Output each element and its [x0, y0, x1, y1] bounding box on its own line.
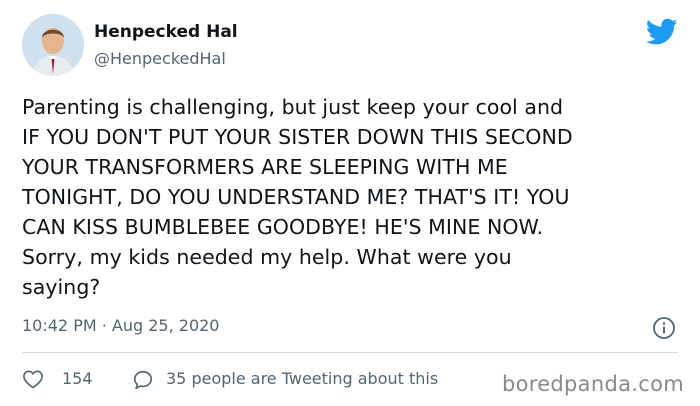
tweet-timestamp[interactable]: 10:42 PM · Aug 25, 2020 [22, 316, 219, 335]
tweet-card: Henpecked Hal @HenpeckedHal Parenting is… [0, 0, 700, 406]
tweeting-about-link[interactable]: 35 people are Tweeting about this [166, 369, 438, 388]
tweet-text-line: Sorry, my kids needed my help. What were… [22, 245, 512, 269]
tweet-text: Parenting is challenging, but just keep … [22, 92, 682, 302]
twitter-bird-icon[interactable] [645, 18, 678, 46]
tweet-text-line: TONIGHT, DO YOU UNDERSTAND ME? THAT'S IT… [22, 185, 570, 209]
heart-icon[interactable] [22, 369, 44, 389]
tweet-text-line: Parenting is challenging, but just keep … [22, 95, 564, 119]
avatar[interactable] [22, 14, 84, 76]
author-name[interactable]: Henpecked Hal [94, 22, 238, 42]
like-count[interactable]: 154 [62, 369, 93, 388]
author-handle[interactable]: @HenpeckedHal [94, 49, 226, 68]
divider [22, 352, 678, 353]
tweet-text-line: CAN KISS BUMBLEBEE GOODBYE! HE'S MINE NO… [22, 215, 544, 239]
avatar-image [22, 14, 84, 76]
tweet-text-line: YOUR TRANSFORMERS ARE SLEEPING WITH ME [22, 155, 508, 179]
tweet-text-line: IF YOU DON'T PUT YOUR SISTER DOWN THIS S… [22, 125, 573, 149]
speech-bubble-icon[interactable] [132, 369, 154, 391]
info-icon[interactable] [652, 316, 676, 340]
watermark: boredpanda.com [501, 372, 684, 396]
tweet-text-line: saying? [22, 275, 101, 299]
